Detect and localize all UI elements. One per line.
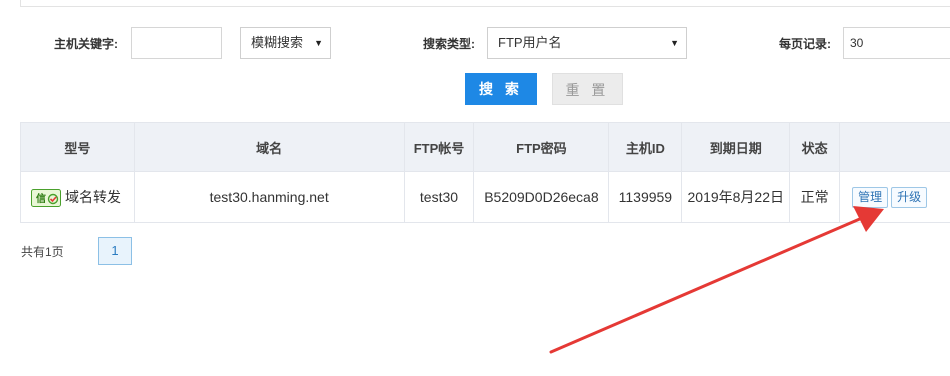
red-arrow-annotation — [549, 206, 884, 354]
